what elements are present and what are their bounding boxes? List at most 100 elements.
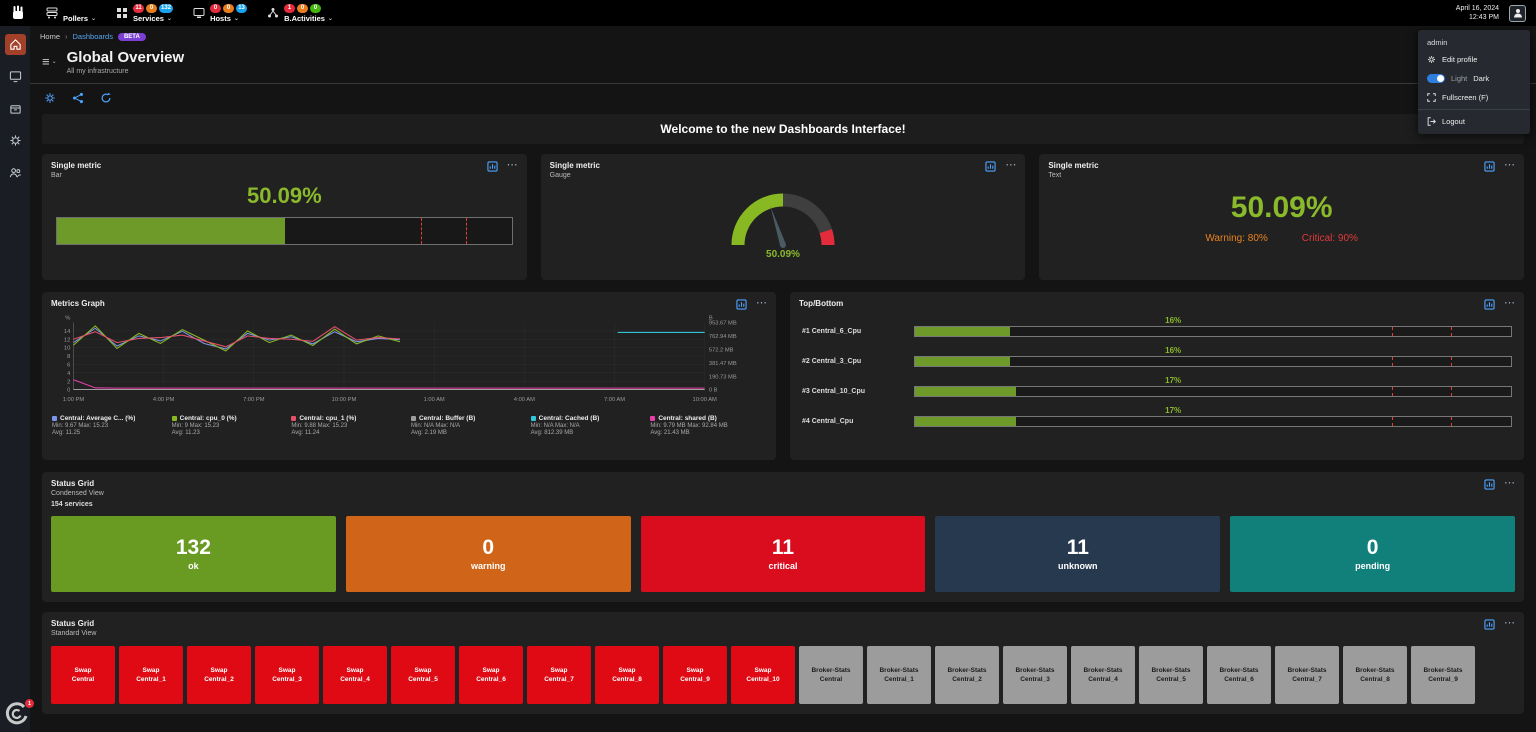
menu-services-label: Services: [133, 14, 164, 23]
status-badge[interactable]: 13: [236, 4, 247, 13]
status-badge[interactable]: 0: [146, 4, 157, 13]
widget-report-icon[interactable]: [487, 161, 498, 172]
centreon-swirl-logo[interactable]: 1: [5, 702, 31, 728]
more-options-icon[interactable]: ⋯: [1504, 619, 1515, 627]
service-tile[interactable]: Swap Central_7: [527, 646, 591, 704]
service-tile[interactable]: Swap Central_8: [595, 646, 659, 704]
more-options-icon[interactable]: ⋯: [1005, 161, 1016, 169]
legend-item[interactable]: Central: cpu_1 (%) Min: 9.88 Max: 15.23 …: [291, 415, 407, 436]
host-name: Central_10: [746, 676, 779, 683]
status-badge[interactable]: 0: [210, 4, 221, 13]
service-tile[interactable]: Swap Central_9: [663, 646, 727, 704]
status-badge[interactable]: 0: [223, 4, 234, 13]
metric-value: 17%: [1165, 406, 1512, 415]
service-tile[interactable]: Broker-Stats Central_4: [1071, 646, 1135, 704]
theme-toggle-switch[interactable]: [1427, 74, 1445, 83]
status-tile[interactable]: 0 pending: [1230, 516, 1515, 592]
service-tile[interactable]: Swap Central_10: [731, 646, 795, 704]
metric-name: #2 Central_3_Cpu: [802, 358, 914, 367]
widget-report-icon[interactable]: [1484, 299, 1495, 310]
service-tile[interactable]: Swap Central_4: [323, 646, 387, 704]
user-menu-button[interactable]: [1509, 5, 1526, 22]
service-tile[interactable]: Swap Central_3: [255, 646, 319, 704]
host-name: Central_6: [1224, 676, 1254, 683]
legend-item[interactable]: Central: cpu_0 (%) Min: 9 Max: 15.23 Avg…: [172, 415, 288, 436]
beta-badge: BETA: [118, 33, 146, 41]
menu-business-activities[interactable]: 100 B.Activities⌄: [267, 4, 333, 23]
status-badge[interactable]: 0: [310, 4, 321, 13]
status-tile[interactable]: 132 ok: [51, 516, 336, 592]
service-tile[interactable]: Broker-Stats Central_6: [1207, 646, 1271, 704]
status-badge[interactable]: 1: [284, 4, 295, 13]
service-tile[interactable]: Swap Central_5: [391, 646, 455, 704]
svg-text:B: B: [709, 315, 713, 321]
centreon-logo[interactable]: [10, 5, 26, 21]
widget-report-icon[interactable]: [1484, 619, 1495, 630]
share-button[interactable]: [72, 92, 84, 104]
service-tile[interactable]: Broker-Stats Central_1: [867, 646, 931, 704]
more-options-icon[interactable]: ⋯: [1504, 479, 1515, 487]
service-tile[interactable]: Swap Central_6: [459, 646, 523, 704]
more-options-icon[interactable]: ⋯: [1504, 299, 1515, 307]
service-tile[interactable]: Swap Central_1: [119, 646, 183, 704]
status-badge[interactable]: 0: [297, 4, 308, 13]
top-bottom-row[interactable]: #1 Central_6_Cpu 16%: [802, 316, 1512, 337]
sidebar-item-home[interactable]: [5, 34, 26, 55]
service-tile[interactable]: Broker-Stats Central_5: [1139, 646, 1203, 704]
notification-badge: 1: [25, 699, 34, 708]
dashboard-settings-button[interactable]: [44, 92, 56, 104]
top-bottom-row[interactable]: #4 Central_Cpu 17%: [802, 406, 1512, 427]
metric-value: 17%: [1165, 376, 1512, 385]
status-badge[interactable]: 132: [159, 4, 173, 13]
legend-item[interactable]: Central: Average C... (%) Min: 9.67 Max:…: [52, 415, 168, 436]
sidebar-item-configuration[interactable]: [5, 130, 26, 151]
metric-bar-track: [914, 326, 1512, 337]
service-tile[interactable]: Swap Central: [51, 646, 115, 704]
service-tile[interactable]: Broker-Stats Central_7: [1275, 646, 1339, 704]
theme-toggle-item[interactable]: Light Dark: [1418, 69, 1530, 88]
refresh-button[interactable]: [100, 92, 112, 104]
service-tile[interactable]: Broker-Stats Central_3: [1003, 646, 1067, 704]
legend-avg: Avg: 11.23: [172, 430, 288, 436]
menu-services[interactable]: 110132 Services⌄: [116, 4, 173, 23]
menu-hosts[interactable]: 0013 Hosts⌄: [193, 4, 247, 23]
legend-min-max: Min: N/A Max: N/A: [411, 423, 527, 429]
legend-item[interactable]: Central: Cached (B) Min: N/A Max: N/A Av…: [531, 415, 647, 436]
sidebar-item-resources[interactable]: [5, 98, 26, 119]
sidebar-item-administration[interactable]: [5, 162, 26, 183]
service-tile[interactable]: Broker-Stats Central_9: [1411, 646, 1475, 704]
status-tile[interactable]: 0 warning: [346, 516, 631, 592]
legend-item[interactable]: Central: shared (B) Min: 9.79 MB Max: 92…: [650, 415, 766, 436]
sidebar-item-monitoring[interactable]: [5, 66, 26, 87]
widget-report-icon[interactable]: [1484, 479, 1495, 490]
widget-report-icon[interactable]: [1484, 161, 1495, 172]
threshold-line: [466, 218, 467, 244]
dashboards-list-button[interactable]: ≡⌄: [42, 57, 57, 67]
share-icon: [72, 92, 84, 104]
service-tile[interactable]: Broker-Stats Central_8: [1343, 646, 1407, 704]
legend-item[interactable]: Central: Buffer (B) Min: N/A Max: N/A Av…: [411, 415, 527, 436]
breadcrumb-home[interactable]: Home: [40, 32, 60, 41]
fullscreen-item[interactable]: Fullscreen (F): [1418, 88, 1530, 107]
top-bottom-row[interactable]: #3 Central_10_Cpu 17%: [802, 376, 1512, 397]
service-tile[interactable]: Swap Central_2: [187, 646, 251, 704]
status-tile[interactable]: 11 unknown: [935, 516, 1220, 592]
edit-profile-item[interactable]: Edit profile: [1418, 50, 1530, 69]
logout-item[interactable]: Logout: [1418, 112, 1530, 131]
widget-report-icon[interactable]: [736, 299, 747, 310]
top-bottom-row[interactable]: #2 Central_3_Cpu 16%: [802, 346, 1512, 367]
metrics-line-chart[interactable]: 1:00 PM4:00 PM7:00 PM10:00 PM1:00 AM4:00…: [42, 312, 776, 413]
status-tile[interactable]: 11 critical: [641, 516, 926, 592]
more-options-icon[interactable]: ⋯: [507, 161, 518, 169]
host-name: Central_9: [1428, 676, 1458, 683]
gauge-chart: [708, 181, 858, 253]
more-options-icon[interactable]: ⋯: [756, 299, 767, 307]
breadcrumb-dashboards[interactable]: Dashboards: [73, 32, 113, 41]
more-options-icon[interactable]: ⋯: [1504, 161, 1515, 169]
service-tile[interactable]: Broker-Stats Central_2: [935, 646, 999, 704]
pollers-icon: [46, 7, 58, 19]
menu-pollers[interactable]: Pollers⌄: [46, 4, 96, 23]
status-badge[interactable]: 11: [133, 4, 144, 13]
service-tile[interactable]: Broker-Stats Central: [799, 646, 863, 704]
widget-report-icon[interactable]: [985, 161, 996, 172]
